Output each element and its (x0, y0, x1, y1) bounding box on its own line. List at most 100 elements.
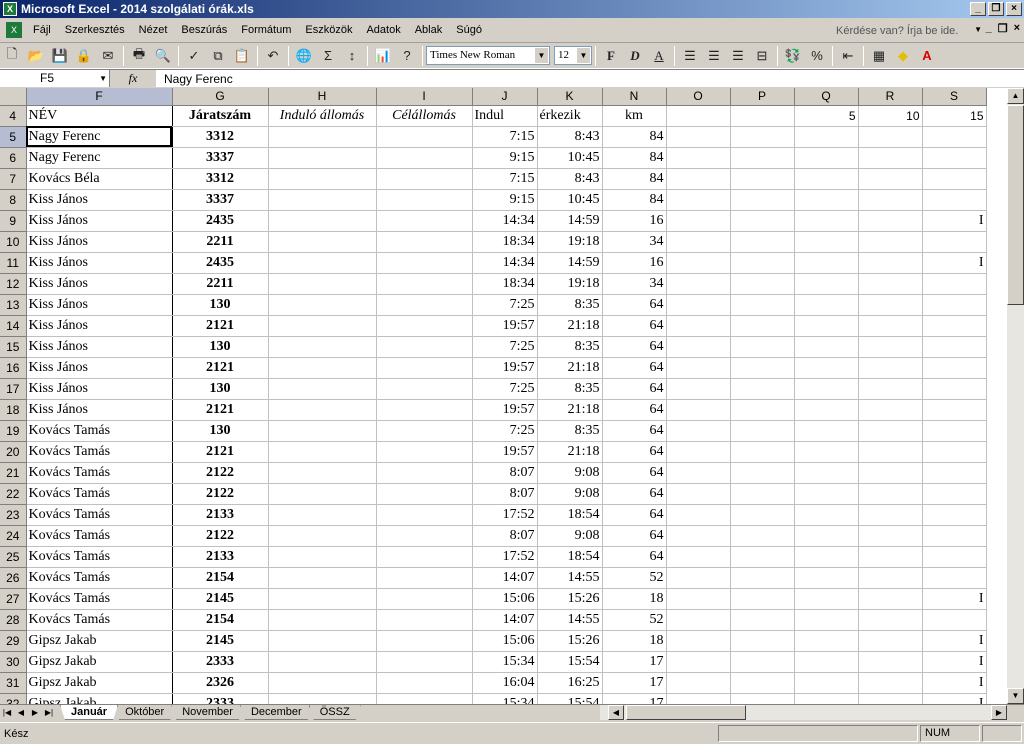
cell-s[interactable] (922, 315, 987, 337)
cell-departure-station[interactable] (268, 525, 377, 547)
row-header[interactable]: 26 (0, 567, 27, 589)
spelling-icon[interactable]: ✓ (183, 45, 205, 67)
cell-o[interactable] (666, 483, 731, 505)
cell-q[interactable] (794, 315, 859, 337)
cell-km[interactable]: 18 (602, 588, 667, 610)
cell-departs[interactable]: 17:52 (472, 504, 538, 526)
row-header[interactable]: 31 (0, 672, 27, 694)
doc-close-button[interactable]: × (1014, 22, 1020, 35)
header-cell-name[interactable]: NÉV (26, 105, 173, 127)
cell-o[interactable] (666, 525, 731, 547)
cell-departs[interactable]: 15:34 (472, 693, 538, 704)
cell-q[interactable] (794, 231, 859, 253)
cell-km[interactable]: 64 (602, 336, 667, 358)
cell-route-number[interactable]: 2145 (172, 630, 269, 652)
cell-destination[interactable] (376, 651, 473, 673)
cell-s[interactable]: I (922, 672, 987, 694)
cell-s[interactable]: I (922, 651, 987, 673)
cell-r[interactable] (858, 483, 923, 505)
cell-route-number[interactable]: 2121 (172, 315, 269, 337)
cell-r[interactable] (858, 546, 923, 568)
cell-km[interactable]: 84 (602, 189, 667, 211)
cell-route-number[interactable]: 2154 (172, 609, 269, 631)
cell-r[interactable] (858, 126, 923, 148)
cell-o[interactable] (666, 294, 731, 316)
cell-arrives[interactable]: 8:35 (537, 294, 603, 316)
cell-s[interactable] (922, 273, 987, 295)
column-header[interactable]: G (172, 88, 269, 106)
row-header[interactable]: 28 (0, 609, 27, 631)
tab-ossz[interactable]: ÖSSZ (309, 705, 361, 720)
header-cell-departs[interactable]: Indul (472, 105, 538, 127)
cell-name[interactable]: Kovács Tamás (26, 504, 173, 526)
formula-input[interactable]: Nagy Ferenc (156, 72, 233, 86)
cell-name[interactable]: Kovács Tamás (26, 441, 173, 463)
cell-q[interactable] (794, 504, 859, 526)
cell-departure-station[interactable] (268, 357, 377, 379)
cell-q[interactable] (794, 357, 859, 379)
cell-departs[interactable]: 18:34 (472, 231, 538, 253)
cell-p[interactable] (730, 651, 795, 673)
column-header[interactable]: I (376, 88, 473, 106)
column-header[interactable]: P (730, 88, 795, 106)
cell-departs[interactable]: 19:57 (472, 399, 538, 421)
cell-departs[interactable]: 16:04 (472, 672, 538, 694)
cell-p[interactable] (730, 441, 795, 463)
cell-p[interactable] (730, 630, 795, 652)
row-header[interactable]: 20 (0, 441, 27, 463)
cell-s[interactable]: I (922, 693, 987, 704)
cell-departs[interactable]: 14:34 (472, 252, 538, 274)
cell-s[interactable] (922, 567, 987, 589)
cell-route-number[interactable]: 130 (172, 294, 269, 316)
font-size-select[interactable]: 12 ▼ (554, 46, 592, 65)
cell-departure-station[interactable] (268, 672, 377, 694)
cell-name[interactable]: Gipsz Jakab (26, 651, 173, 673)
cell-r[interactable] (858, 294, 923, 316)
row-header[interactable]: 7 (0, 168, 27, 190)
cell-destination[interactable] (376, 336, 473, 358)
cell-departs[interactable]: 7:25 (472, 420, 538, 442)
cell-s[interactable] (922, 483, 987, 505)
close-button[interactable]: × (1006, 2, 1022, 16)
cell-destination[interactable] (376, 357, 473, 379)
cell-s[interactable] (922, 294, 987, 316)
insert-function-button[interactable]: fx (110, 70, 156, 87)
cell-km[interactable]: 17 (602, 693, 667, 704)
cell-route-number[interactable]: 3312 (172, 168, 269, 190)
cell-s[interactable] (922, 168, 987, 190)
cell-r[interactable] (858, 672, 923, 694)
cell-arrives[interactable]: 10:45 (537, 147, 603, 169)
cell-name[interactable]: Kovács Tamás (26, 462, 173, 484)
cell-s[interactable] (922, 336, 987, 358)
cell-o[interactable] (666, 168, 731, 190)
cell-s[interactable] (922, 546, 987, 568)
cell-r[interactable] (858, 399, 923, 421)
cell-r[interactable] (858, 315, 923, 337)
cell-km[interactable]: 16 (602, 252, 667, 274)
sort-ascending-icon[interactable]: ↕ (341, 45, 363, 67)
cell-arrives[interactable]: 8:35 (537, 336, 603, 358)
cell-arrives[interactable]: 21:18 (537, 315, 603, 337)
font-color-icon[interactable]: A (916, 45, 938, 67)
cell-departs[interactable]: 19:57 (472, 357, 538, 379)
cell-departure-station[interactable] (268, 252, 377, 274)
cell-p[interactable] (730, 336, 795, 358)
cell-departs[interactable]: 8:07 (472, 525, 538, 547)
decrease-indent-icon[interactable]: ⇤ (837, 45, 859, 67)
bold-button[interactable]: F (600, 45, 622, 67)
cell-name[interactable]: Kovács Tamás (26, 525, 173, 547)
cell-destination[interactable] (376, 210, 473, 232)
fill-color-icon[interactable]: ◆ (892, 45, 914, 67)
cell-r[interactable] (858, 273, 923, 295)
cell-departure-station[interactable] (268, 147, 377, 169)
currency-icon[interactable]: 💱 (782, 45, 804, 67)
help-icon[interactable]: ? (396, 45, 418, 67)
row-header[interactable]: 25 (0, 546, 27, 568)
cell-arrives[interactable]: 9:08 (537, 462, 603, 484)
cell-o[interactable] (666, 399, 731, 421)
cell-destination[interactable] (376, 147, 473, 169)
cell-r[interactable] (858, 231, 923, 253)
row-header[interactable]: 8 (0, 189, 27, 211)
cell-destination[interactable] (376, 567, 473, 589)
cell-p[interactable] (730, 693, 795, 704)
